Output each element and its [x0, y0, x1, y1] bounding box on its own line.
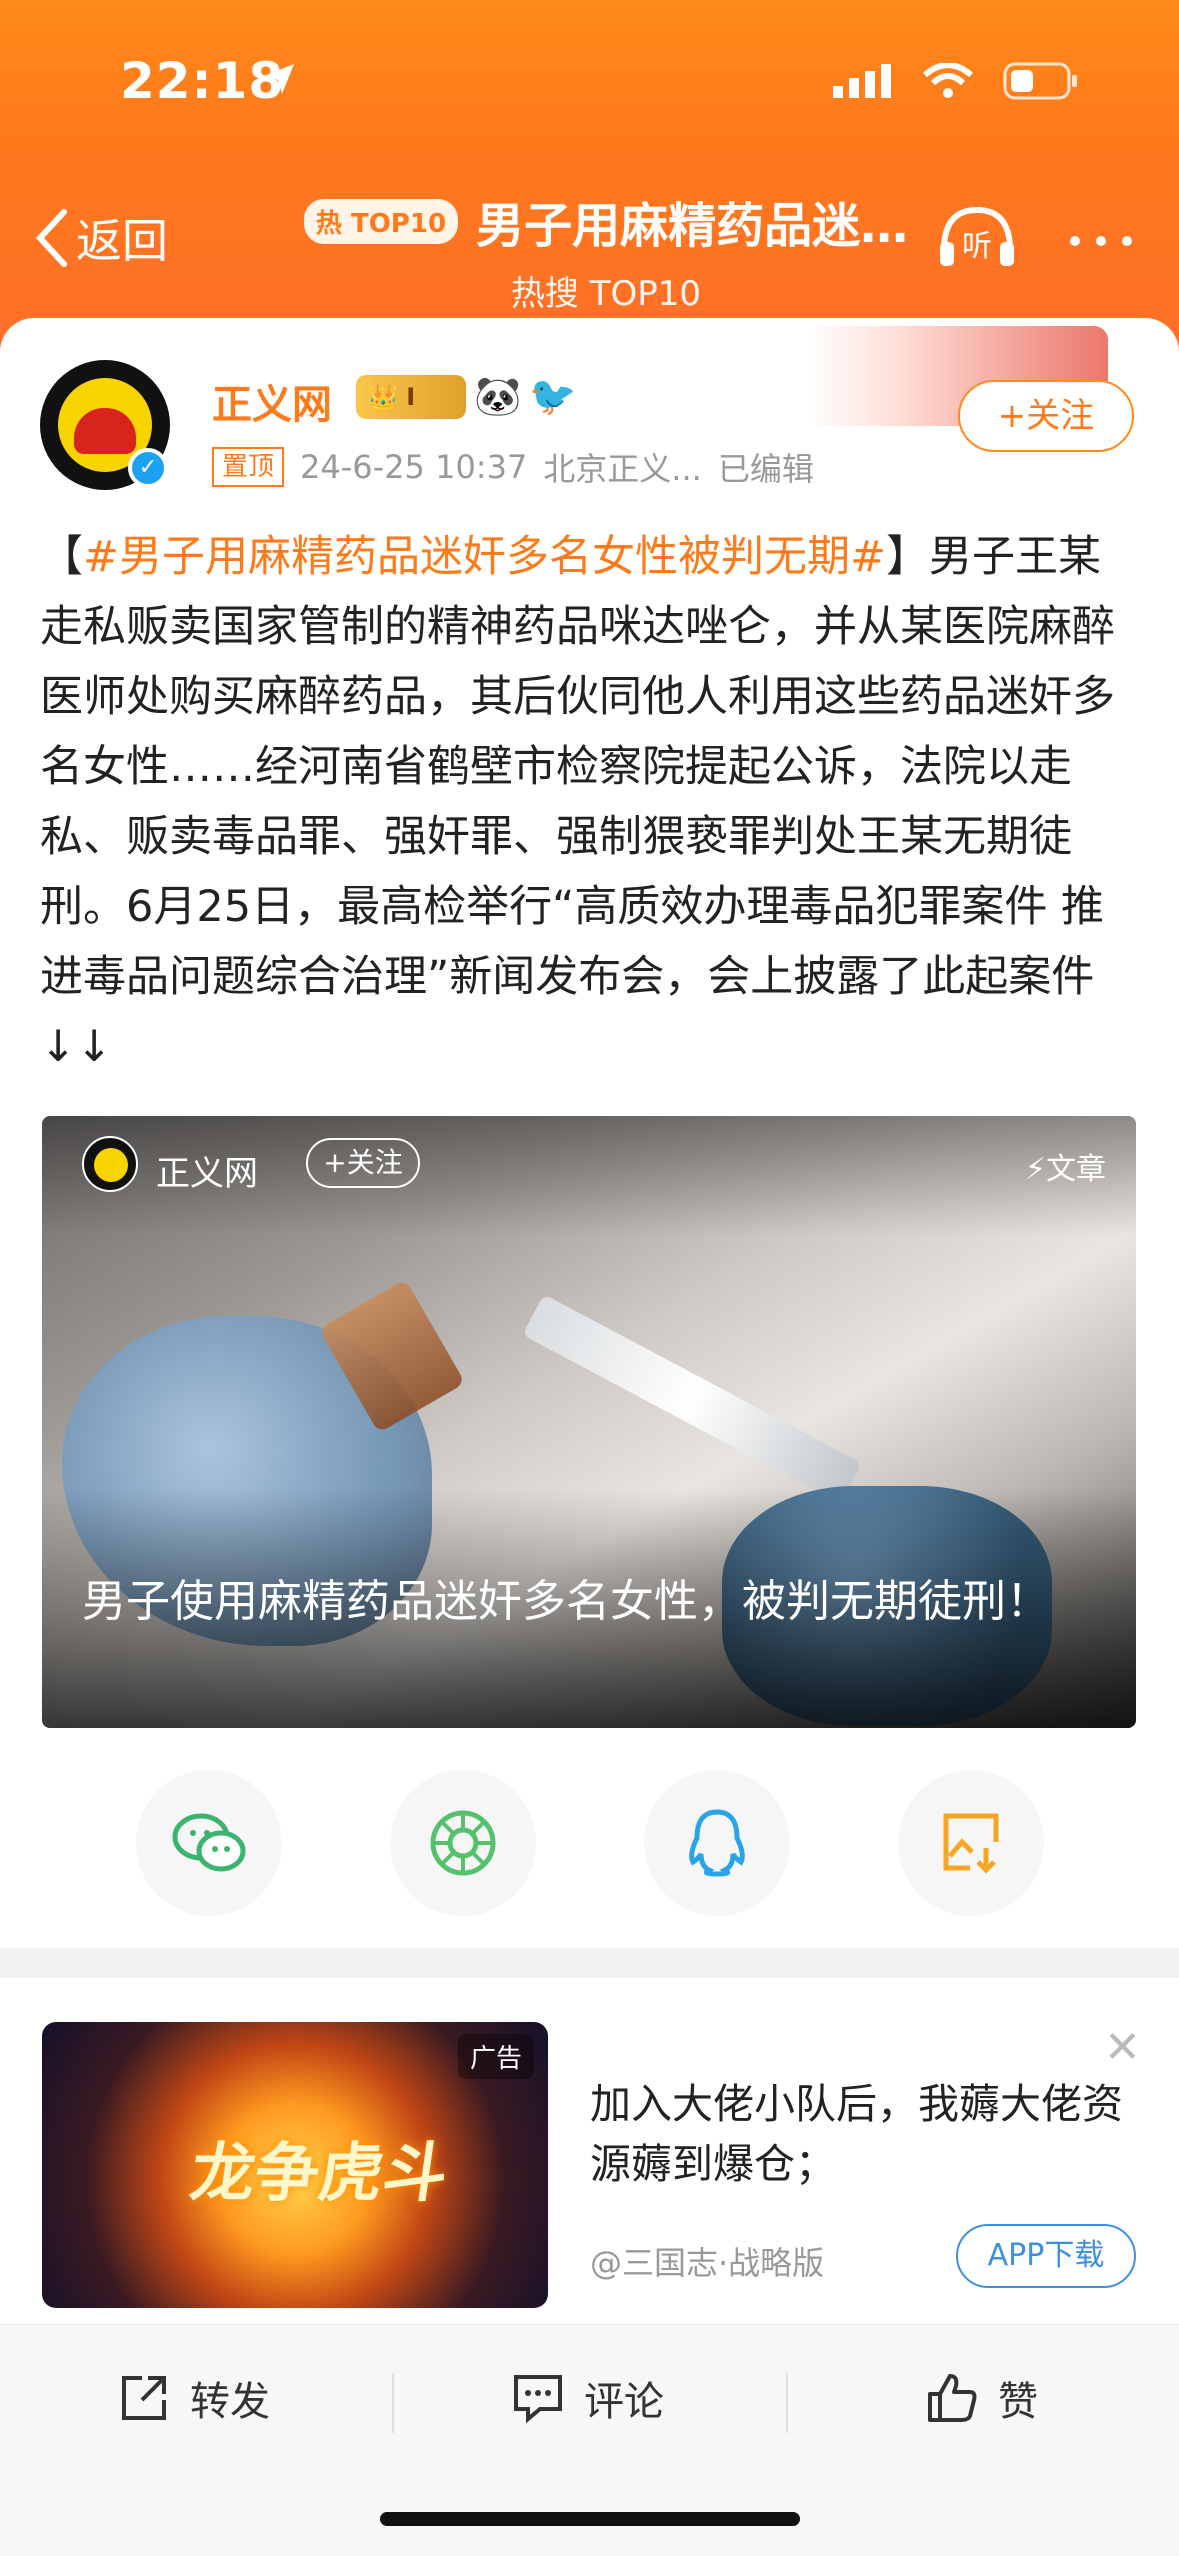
- back-button[interactable]: 返回: [34, 205, 168, 271]
- comment-icon: [514, 2375, 562, 2423]
- share-row: [0, 1770, 1179, 1916]
- hashtag-link[interactable]: #男子用麻精药品迷奸多名女性被判无期#: [83, 532, 886, 582]
- top-header: 22:18 返回 热 TOP10 男子用麻精药品迷… 热搜 TOP10 听: [0, 0, 1179, 360]
- article-author: 正义网: [156, 1154, 258, 1194]
- battery-icon: [1003, 62, 1077, 100]
- hot-top10-badge: 热 TOP10: [303, 198, 459, 244]
- panda-icon: 🐼: [474, 374, 522, 418]
- header-title-block: 热 TOP10 男子用麻精药品迷… 热搜 TOP10: [286, 186, 926, 315]
- share-moments-button[interactable]: [390, 1770, 536, 1916]
- dot-icon: [1096, 236, 1106, 246]
- article-card[interactable]: 正义网 +关注 ⚡文章 男子使用麻精药品迷奸多名女性，被判无期徒刑！: [42, 1116, 1136, 1728]
- repost-button[interactable]: 转发: [118, 2369, 270, 2427]
- edited-label[interactable]: 已编辑: [718, 444, 814, 490]
- verified-badge-icon: ✓: [128, 448, 168, 488]
- status-time: 22:18: [120, 52, 285, 110]
- post-timestamp: 24-6-25 10:37: [300, 448, 528, 486]
- dot-icon: [1070, 236, 1080, 246]
- signal-icon: [833, 64, 891, 98]
- post-body-text: 】男子王某走私贩卖国家管制的精神药品咪达唑仑，并从某医院麻醉医师处购买麻醉药品，…: [40, 532, 1115, 1072]
- comment-label: 评论: [584, 2379, 664, 2425]
- post-meta: 置顶 24-6-25 10:37 北京正义... 已编辑: [212, 444, 814, 490]
- thumbs-up-icon: [928, 2374, 977, 2422]
- ad-source: @三国志·战略版: [590, 2244, 825, 2282]
- article-type-label: ⚡文章: [1024, 1152, 1106, 1187]
- article-follow-button[interactable]: +关注: [306, 1138, 420, 1188]
- author-name[interactable]: 正义网: [212, 372, 332, 430]
- more-options-button[interactable]: [1070, 236, 1132, 246]
- wifi-icon: [923, 63, 973, 98]
- comment-button[interactable]: 评论: [512, 2369, 664, 2427]
- repost-icon: [122, 2376, 166, 2420]
- author-badges: 👑 I 🐼 🐦: [356, 374, 577, 419]
- wechat-icon: [172, 1813, 246, 1872]
- save-image-button[interactable]: [898, 1770, 1044, 1916]
- pinned-tag: 置顶: [212, 447, 285, 487]
- location-arrow-icon: [264, 64, 294, 94]
- listen-button[interactable]: 听: [938, 206, 1016, 272]
- ad-label: 广告: [458, 2034, 535, 2079]
- share-qq-button[interactable]: [644, 1770, 790, 1916]
- article-caption: 男子使用麻精药品迷奸多名女性，被判无期徒刑！: [82, 1576, 1050, 1627]
- moments-icon: [430, 1810, 496, 1876]
- article-image-syringe: [522, 1294, 862, 1504]
- dot-icon: [1122, 236, 1132, 246]
- app-download-button[interactable]: APP下载: [956, 2224, 1136, 2288]
- like-label: 赞: [998, 2379, 1038, 2425]
- home-indicator[interactable]: [380, 2512, 800, 2526]
- ad-card[interactable]: 龙争虎斗 广告 加入大佬小队后，我薅大佬资源薅到爆仓； @三国志·战略版 APP…: [0, 1978, 1179, 2324]
- close-icon[interactable]: ✕: [1104, 2022, 1141, 2073]
- ad-image-title: 龙争虎斗: [185, 2136, 453, 2211]
- weibo-post-screen: 22:18 返回 热 TOP10 男子用麻精药品迷… 热搜 TOP10 听 ✓ …: [0, 0, 1179, 2556]
- save-image-icon: [943, 1813, 999, 1874]
- post-body: 【#男子用麻精药品迷奸多名女性被判无期#】男子王某走私贩卖国家管制的精神药品咪达…: [40, 522, 1140, 1082]
- follow-button[interactable]: +关注: [958, 380, 1134, 452]
- article-author-avatar: [82, 1136, 138, 1192]
- bracket-open: 【: [40, 532, 83, 582]
- ad-image[interactable]: 龙争虎斗 广告: [42, 2022, 548, 2308]
- post-source: 北京正义...: [543, 450, 702, 488]
- page-title: 男子用麻精药品迷…: [476, 198, 909, 254]
- svg-text:听: 听: [962, 229, 992, 264]
- member-level-badge: 👑 I: [356, 374, 466, 419]
- headphones-icon: 听: [940, 206, 1014, 266]
- fire-bird-icon: 🐦: [529, 374, 577, 418]
- like-button[interactable]: 赞: [926, 2369, 1038, 2427]
- repost-label: 转发: [190, 2379, 270, 2425]
- share-wechat-button[interactable]: [136, 1770, 282, 1916]
- status-icons: [833, 62, 1079, 100]
- qq-icon: [689, 1809, 745, 1877]
- chevron-left-icon: [35, 209, 67, 267]
- page-subtitle: 热搜 TOP10: [510, 274, 702, 314]
- ad-text: 加入大佬小队后，我薅大佬资源薅到爆仓；: [590, 2080, 1123, 2188]
- back-label: 返回: [76, 214, 168, 268]
